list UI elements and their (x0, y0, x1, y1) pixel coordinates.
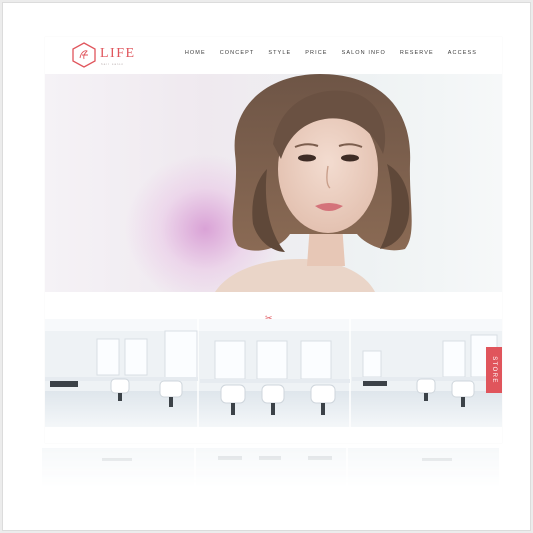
store-tab-label: STORE (491, 356, 497, 384)
hero-image (45, 74, 502, 292)
gallery-reflection (42, 448, 499, 488)
logo[interactable]: LIFE hair salon (72, 42, 152, 70)
hexagon-logo-icon (72, 42, 96, 68)
nav-item-salon-info[interactable]: SALON INFO (342, 50, 386, 56)
nav-item-access[interactable]: ACCESS (448, 50, 477, 56)
portrait-illustration (215, 74, 412, 292)
nav-item-reserve[interactable]: RESERVE (400, 50, 434, 56)
site-header: LIFE hair salon HOME CONCEPT STYLE PRICE… (45, 37, 502, 74)
salon-interior-photos (45, 319, 502, 427)
nav-item-style[interactable]: STYLE (268, 50, 291, 56)
store-tab-button[interactable]: STORE (486, 347, 502, 393)
section-divider: ✂ (45, 292, 502, 323)
nav-item-home[interactable]: HOME (185, 50, 206, 56)
nav-item-price[interactable]: PRICE (305, 50, 327, 56)
brand-name: LIFE (100, 46, 136, 61)
brand-tagline: hair salon (101, 62, 125, 66)
salon-gallery (45, 319, 502, 427)
main-nav: HOME CONCEPT STYLE PRICE SALON INFO RESE… (185, 50, 477, 56)
website-page: LIFE hair salon HOME CONCEPT STYLE PRICE… (45, 37, 502, 443)
nav-item-concept[interactable]: CONCEPT (220, 50, 255, 56)
